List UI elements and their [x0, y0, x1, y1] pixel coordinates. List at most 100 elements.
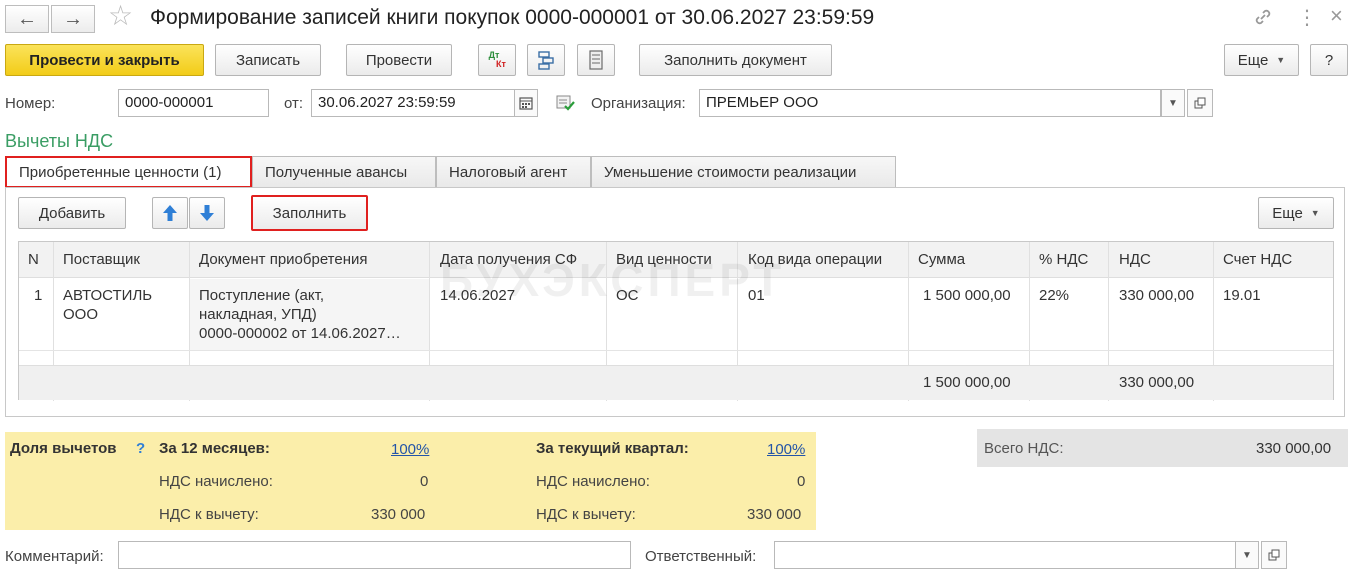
column-header-sum[interactable]: Сумма — [918, 251, 965, 268]
deduction-share-label: Доля вычетов — [10, 440, 117, 457]
table-totals-row: 1 500 000,00 330 000,00 — [19, 365, 1333, 400]
tab-label: Полученные авансы — [265, 163, 408, 181]
help-button[interactable]: ? — [1310, 44, 1348, 76]
column-header-vat-rate[interactable]: % НДС — [1039, 251, 1088, 268]
date-label: от: — [284, 95, 304, 112]
column-header-n[interactable]: N — [28, 251, 39, 268]
document-list-icon — [589, 50, 603, 70]
arrow-up-icon — [163, 205, 177, 221]
organization-field[interactable]: ПРЕМЬЕР ООО — [699, 89, 1161, 117]
quarter-percent-link[interactable]: 100% — [767, 441, 805, 458]
document-cell: Поступление (акт, — [199, 287, 324, 304]
number-field[interactable]: 0000-000001 — [118, 89, 269, 117]
dt-kt-button[interactable]: Дт Кт — [478, 44, 516, 76]
more-label: Еще — [1237, 51, 1269, 69]
move-up-button[interactable] — [152, 197, 188, 229]
calendar-icon — [519, 97, 533, 110]
open-window-icon — [1268, 549, 1280, 561]
total-vat-value: 330 000,00 — [1256, 440, 1332, 457]
date-field[interactable]: 30.06.2027 23:59:59 — [311, 89, 515, 117]
post-and-close-button[interactable]: Провести и закрыть — [5, 44, 204, 76]
fill-label: Заполнить — [272, 204, 347, 222]
column-header-vat-account[interactable]: Счет НДС — [1223, 251, 1292, 268]
post-button[interactable]: Провести — [346, 44, 452, 76]
responsible-field[interactable] — [774, 541, 1236, 569]
window-title: Формирование записей книги покупок 0000-… — [150, 6, 875, 29]
vat-rate-cell: 22% — [1039, 287, 1070, 304]
tab-label: Налоговый агент — [449, 163, 568, 181]
dropdown-icon: ▼ — [1276, 55, 1286, 65]
fill-document-label: Заполнить документ — [664, 51, 807, 69]
supplier-cell-line2: ООО — [63, 306, 99, 323]
column-header-vat[interactable]: НДС — [1119, 251, 1151, 268]
total-vat: 330 000,00 — [1119, 374, 1195, 391]
tab-cost-reduction[interactable]: Уменьшение стоимости реализации — [591, 156, 896, 187]
organization-open-button[interactable] — [1187, 89, 1213, 117]
arrow-down-icon — [200, 205, 214, 221]
organization-dropdown-button[interactable]: ▼ — [1161, 89, 1185, 117]
save-button[interactable]: Записать — [215, 44, 321, 76]
link-icon[interactable] — [1253, 7, 1273, 32]
tab-purchased-assets[interactable]: Приобретенные ценности (1) — [5, 156, 252, 188]
save-label: Записать — [235, 51, 301, 69]
column-header-document[interactable]: Документ приобретения — [199, 251, 368, 268]
quarter-accrued-label: НДС начислено: — [536, 473, 650, 490]
months-percent-link[interactable]: 100% — [391, 441, 429, 458]
more-vertical-icon[interactable]: ⋮ — [1297, 5, 1317, 30]
section-title: Вычеты НДС — [5, 131, 114, 151]
document-cell-line3: 0000-000002 от 14.06.2027… — [199, 325, 401, 342]
more-label: Еще — [1272, 204, 1303, 222]
add-button[interactable]: Добавить — [18, 197, 126, 229]
organization-label: Организация: — [591, 95, 686, 112]
total-vat-label: Всего НДС: — [984, 440, 1064, 457]
number-label: Номер: — [5, 95, 56, 112]
post-label: Провести — [365, 51, 433, 69]
post-and-close-label: Провести и закрыть — [29, 51, 180, 69]
months-accrued-value: 0 — [420, 473, 429, 490]
months-deductible-value: 330 000 — [371, 506, 426, 523]
kt-icon: Кт — [496, 59, 506, 69]
supplier-cell: АВТОСТИЛЬ — [63, 287, 153, 304]
back-button[interactable]: ← — [5, 5, 49, 33]
quarter-label: За текущий квартал: — [536, 440, 689, 457]
months-label: За 12 месяцев: — [159, 440, 270, 457]
more-button[interactable]: Еще ▼ — [1224, 44, 1299, 76]
watermark: БУХЭКСПЕРТ — [440, 254, 786, 306]
column-header-supplier[interactable]: Поставщик — [63, 251, 140, 268]
responsible-label: Ответственный: — [645, 548, 757, 565]
tab-label: Уменьшение стоимости реализации — [604, 163, 857, 181]
comment-label: Комментарий: — [5, 548, 104, 565]
favorite-star-icon[interactable]: ☆ — [108, 2, 133, 30]
close-icon[interactable]: × — [1330, 3, 1343, 29]
dropdown-icon: ▼ — [1242, 549, 1252, 561]
comment-field[interactable] — [118, 541, 631, 569]
fill-button[interactable]: Заполнить — [251, 195, 368, 231]
quarter-deductible-label: НДС к вычету: — [536, 506, 636, 523]
list-button[interactable] — [577, 44, 615, 76]
responsible-open-button[interactable] — [1261, 541, 1287, 569]
move-down-button[interactable] — [189, 197, 225, 229]
vat-account-cell: 19.01 — [1223, 287, 1261, 304]
tab-tax-agent[interactable]: Налоговый агент — [436, 156, 591, 187]
responsible-dropdown-button[interactable]: ▼ — [1235, 541, 1259, 569]
document-cell-line2: накладная, УПД) — [199, 306, 317, 323]
table-more-button[interactable]: Еще ▼ — [1258, 197, 1334, 229]
open-window-icon — [1194, 97, 1206, 109]
calendar-button[interactable] — [514, 89, 538, 117]
sum-cell: 1 500 000,00 — [923, 287, 1011, 304]
help-question-icon[interactable]: ? — [136, 440, 145, 457]
total-sum: 1 500 000,00 — [923, 374, 1011, 391]
arrow-right-icon: → — [63, 7, 83, 30]
row-number: 1 — [34, 287, 43, 304]
forward-button[interactable]: → — [51, 5, 95, 33]
quarter-deductible-value: 330 000 — [747, 506, 802, 523]
vat-cell: 330 000,00 — [1119, 287, 1195, 304]
posted-document-icon — [556, 94, 576, 116]
structure-button[interactable] — [527, 44, 565, 76]
add-label: Добавить — [38, 204, 106, 222]
fill-document-button[interactable]: Заполнить документ — [639, 44, 832, 76]
tab-received-advances[interactable]: Полученные авансы — [252, 156, 436, 187]
months-deductible-label: НДС к вычету: — [159, 506, 259, 523]
dropdown-icon: ▼ — [1168, 97, 1178, 109]
quarter-accrued-value: 0 — [797, 473, 806, 490]
